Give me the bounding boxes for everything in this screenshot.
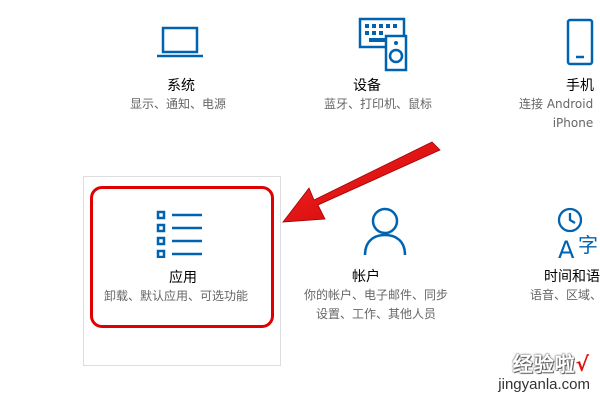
clock-language-icon: A 字 <box>557 207 598 262</box>
person-icon <box>363 207 407 256</box>
tile-time-language[interactable]: A 字 时间和语 语音、区域、 <box>520 190 600 330</box>
watermark-url: jingyanla.com <box>498 376 590 393</box>
watermark-brand: 经验啦√ <box>512 352 590 376</box>
watermark: 经验啦√ jingyanla.com <box>498 352 590 394</box>
tile-accounts[interactable]: 帐户 你的帐户、电子邮件、同步 设置、工作、其他人员 <box>300 190 470 330</box>
tile-accounts-desc: 你的帐户、电子邮件、同步 设置、工作、其他人员 <box>304 288 449 321</box>
tile-accounts-title: 帐户 <box>352 269 380 285</box>
svg-text:字: 字 <box>578 233 598 257</box>
tile-time-language-title: 时间和语 <box>544 269 600 285</box>
watermark-check-icon: √ <box>575 352 590 376</box>
svg-text:A: A <box>558 236 575 262</box>
tile-time-language-desc: 语音、区域、 <box>530 288 600 302</box>
